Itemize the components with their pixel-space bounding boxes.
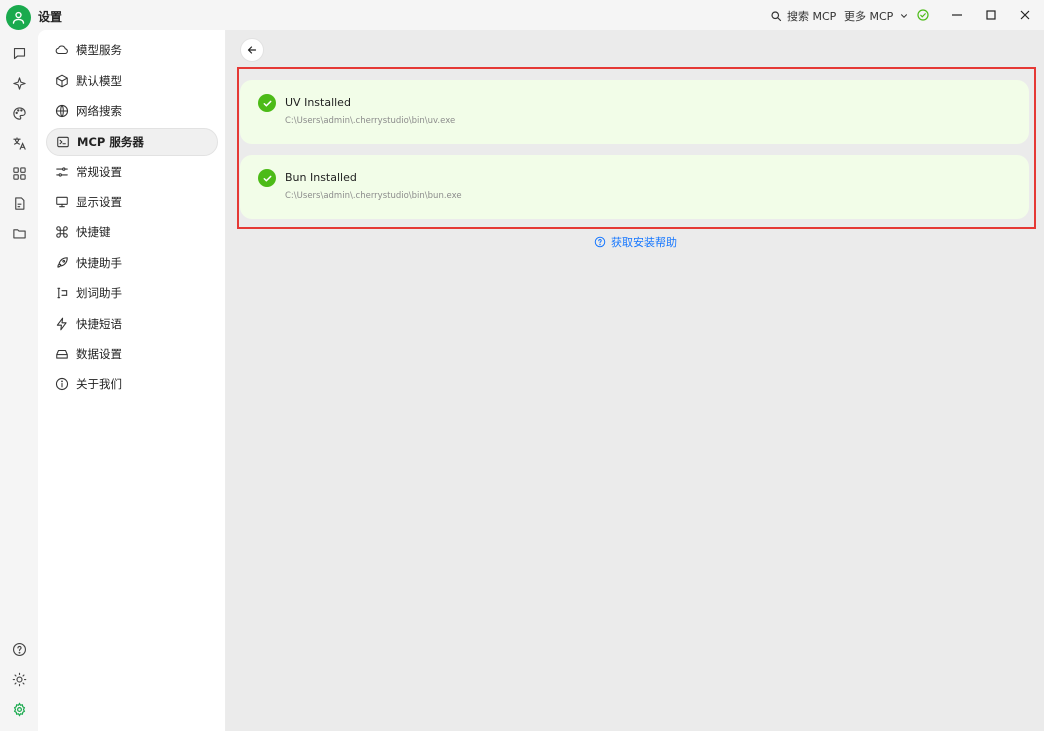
card-title: Bun Installed (285, 171, 357, 184)
user-icon (12, 11, 25, 24)
menu-item-label: 快捷短语 (76, 317, 122, 331)
check-circle-icon (258, 94, 276, 112)
menu-item-model-services[interactable]: 模型服务 (46, 36, 218, 64)
paint-nav-button[interactable] (10, 104, 28, 122)
card-path: C:\Users\admin\.cherrystudio\bin\uv.exe (285, 116, 456, 126)
help-circle-icon (594, 236, 606, 248)
apps-nav-button[interactable] (10, 164, 28, 182)
monitor-icon (56, 196, 68, 208)
grid-icon (12, 166, 26, 180)
search-icon (771, 11, 782, 22)
menu-item-label: 快捷助手 (76, 256, 122, 270)
cube-icon (56, 74, 68, 88)
cloud-icon (55, 45, 68, 55)
file-icon (14, 196, 24, 210)
more-mcp-dropdown[interactable]: 更多 MCP (844, 7, 909, 25)
menu-item-data-settings[interactable]: 数据设置 (46, 340, 218, 368)
sun-icon (12, 672, 26, 686)
uv-status-card: UV Installed C:\Users\admin\.cherrystudi… (240, 80, 1029, 144)
agents-nav-button[interactable] (10, 74, 28, 92)
menu-item-label: 关于我们 (76, 377, 122, 391)
settings-menu: 模型服务 默认模型 网络搜索 MCP 服务器 常规设置 显示设置 快捷键 快捷助… (38, 30, 226, 731)
search-mcp-button[interactable]: 搜索 MCP (770, 7, 836, 25)
menu-item-label: 模型服务 (76, 43, 122, 57)
sliders-icon (56, 167, 68, 177)
help-icon (12, 642, 26, 656)
main-content: UV Installed C:\Users\admin\.cherrystudi… (226, 30, 1044, 731)
install-help-label: 获取安装帮助 (611, 236, 677, 249)
card-path: C:\Users\admin\.cherrystudio\bin\bun.exe (285, 191, 462, 201)
menu-item-selection-assistant[interactable]: 划词助手 (46, 279, 218, 307)
menu-item-general-settings[interactable]: 常规设置 (46, 158, 218, 186)
text-select-icon (57, 287, 68, 299)
menu-item-mcp-servers[interactable]: MCP 服务器 (46, 128, 218, 156)
menu-item-default-model[interactable]: 默认模型 (46, 67, 218, 95)
app-window: 设置 搜索 MCP 更多 MCP 模型服务 默认模型 网络搜索 MCP 服务器 … (0, 0, 1044, 731)
minimize-icon (952, 14, 962, 16)
menu-item-about-us[interactable]: 关于我们 (46, 370, 218, 398)
translate-nav-button[interactable] (10, 134, 28, 152)
menu-item-label: 显示设置 (76, 195, 122, 209)
back-button[interactable] (240, 38, 264, 62)
window-title: 设置 (38, 10, 63, 24)
search-mcp-label: 搜索 MCP (787, 10, 837, 23)
user-avatar[interactable] (6, 5, 31, 30)
arrow-left-icon (247, 46, 257, 54)
menu-item-display-settings[interactable]: 显示设置 (46, 188, 218, 216)
info-icon (55, 377, 69, 391)
chat-icon (13, 47, 25, 59)
maximize-icon (986, 10, 996, 20)
menu-item-label: 快捷键 (76, 225, 111, 239)
menu-item-label: MCP 服务器 (77, 135, 144, 149)
rocket-icon (57, 257, 68, 268)
title-bar: 设置 搜索 MCP 更多 MCP (0, 0, 1044, 30)
command-icon (56, 226, 68, 238)
chat-nav-button[interactable] (10, 44, 28, 62)
menu-item-web-search[interactable]: 网络搜索 (46, 97, 218, 125)
sparkle-icon (12, 76, 26, 90)
help-nav-button[interactable] (10, 640, 28, 658)
folder-nav-button[interactable] (10, 224, 28, 242)
translate-icon (12, 136, 26, 150)
menu-item-label: 网络搜索 (76, 104, 122, 118)
close-button[interactable] (1012, 5, 1038, 25)
drive-icon (56, 349, 68, 359)
settings-nav-button[interactable] (10, 700, 28, 718)
left-nav-rail (0, 30, 38, 731)
menu-item-label: 数据设置 (76, 347, 122, 361)
globe-icon (55, 104, 69, 118)
card-title: UV Installed (285, 96, 351, 109)
install-help-link[interactable]: 获取安装帮助 (594, 234, 677, 250)
terminal-icon (57, 136, 69, 148)
bun-status-card: Bun Installed C:\Users\admin\.cherrystud… (240, 155, 1029, 219)
status-check-icon[interactable] (917, 9, 929, 21)
check-circle-icon (258, 169, 276, 187)
menu-item-label: 划词助手 (76, 286, 122, 300)
menu-item-shortcuts[interactable]: 快捷键 (46, 218, 218, 246)
palette-icon (12, 106, 26, 120)
more-mcp-label: 更多 MCP (844, 10, 894, 23)
files-nav-button[interactable] (10, 194, 28, 212)
menu-item-label: 默认模型 (76, 74, 122, 88)
menu-item-quick-phrases[interactable]: 快捷短语 (46, 310, 218, 338)
menu-item-label: 常规设置 (76, 165, 122, 179)
zap-icon (56, 317, 67, 331)
folder-icon (12, 228, 26, 238)
close-icon (1020, 10, 1030, 20)
menu-item-quick-assistant[interactable]: 快捷助手 (46, 249, 218, 277)
minimize-button[interactable] (944, 5, 970, 25)
gear-icon (13, 701, 25, 717)
maximize-button[interactable] (978, 5, 1004, 25)
chevron-down-icon (901, 14, 908, 18)
theme-toggle-button[interactable] (10, 670, 28, 688)
